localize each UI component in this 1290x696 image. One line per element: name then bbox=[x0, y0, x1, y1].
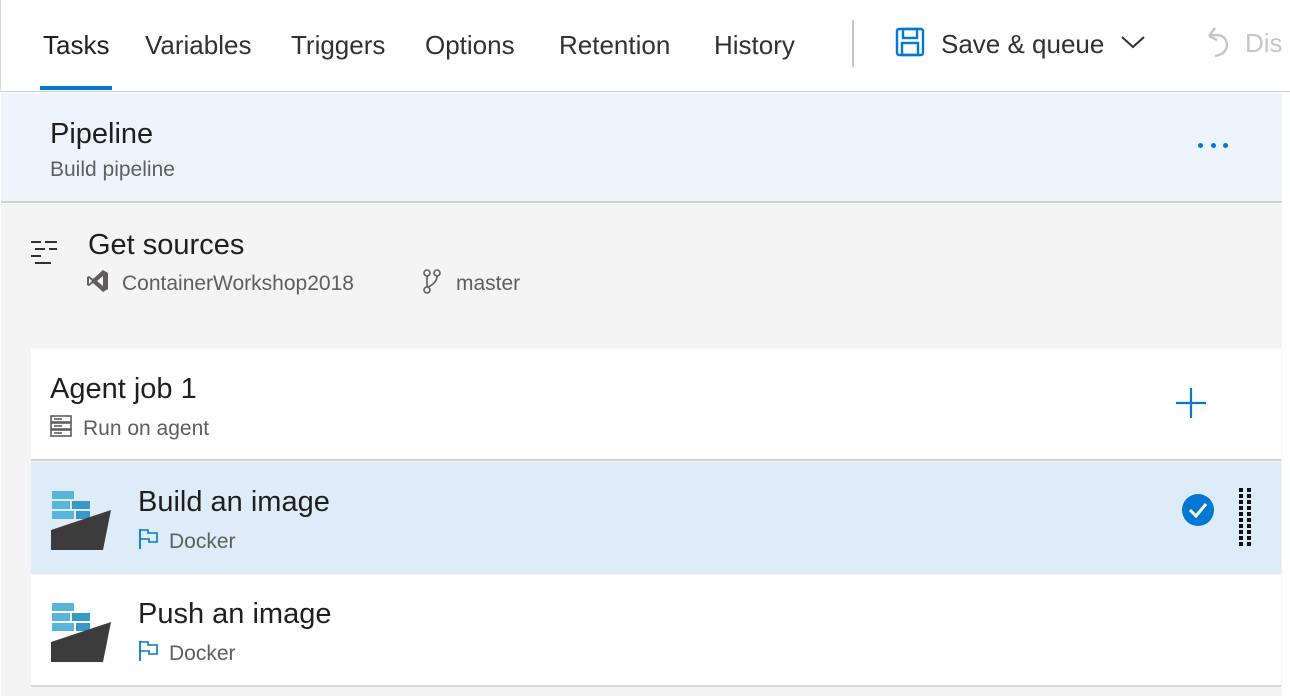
tab-history[interactable]: History bbox=[714, 30, 795, 61]
add-task-button[interactable] bbox=[1174, 386, 1208, 420]
pipeline-header[interactable] bbox=[1, 93, 1282, 203]
undo-icon bbox=[1203, 24, 1233, 63]
branch-info: master bbox=[422, 268, 520, 299]
visual-studio-icon bbox=[86, 268, 110, 299]
toolbar-divider bbox=[852, 20, 854, 67]
agent-job-subtitle-row: Run on agent bbox=[50, 414, 209, 443]
server-icon bbox=[50, 414, 72, 443]
tab-variables[interactable]: Variables bbox=[145, 30, 251, 61]
more-dot bbox=[1223, 142, 1228, 148]
pipeline-title: Pipeline bbox=[50, 118, 154, 150]
agent-job-subtitle: Run on agent bbox=[83, 416, 210, 440]
tab-retention[interactable]: Retention bbox=[559, 30, 670, 61]
docker-icon bbox=[49, 602, 113, 669]
save-and-queue-label: Save & queue bbox=[941, 28, 1105, 59]
active-tab-indicator bbox=[40, 86, 112, 90]
task-type: Docker bbox=[169, 641, 236, 665]
repo-info: ContainerWorkshop2018 bbox=[86, 268, 354, 299]
task-title: Push an image bbox=[138, 598, 332, 630]
docker-icon bbox=[49, 490, 113, 557]
task-type-row: Docker bbox=[138, 527, 236, 556]
get-sources-icon bbox=[29, 238, 59, 273]
more-dot bbox=[1210, 142, 1216, 148]
plus-icon bbox=[1176, 388, 1206, 418]
task-push-an-image[interactable] bbox=[31, 575, 1281, 687]
checkmark-icon bbox=[1182, 494, 1214, 526]
agent-job-title: Agent job 1 bbox=[50, 373, 197, 405]
task-title: Build an image bbox=[138, 486, 330, 518]
tab-tasks[interactable]: Tasks bbox=[43, 30, 109, 61]
task-type: Docker bbox=[169, 529, 236, 553]
save-and-queue-button[interactable]: Save & queue bbox=[895, 24, 1146, 64]
save-icon bbox=[895, 27, 925, 62]
task-type-row: Docker bbox=[138, 639, 236, 668]
chevron-down-icon[interactable] bbox=[1120, 34, 1146, 55]
agent-job-card[interactable] bbox=[31, 349, 1281, 461]
branch-icon bbox=[422, 268, 442, 299]
branch-name: master bbox=[456, 271, 521, 295]
more-options-button[interactable] bbox=[1198, 140, 1228, 150]
get-sources-title[interactable]: Get sources bbox=[88, 229, 244, 262]
more-dot bbox=[1198, 142, 1203, 148]
repo-name: ContainerWorkshop2018 bbox=[122, 271, 354, 295]
discard-label: Dis bbox=[1245, 28, 1283, 58]
flag-icon bbox=[138, 527, 160, 556]
tab-options[interactable]: Options bbox=[425, 30, 515, 61]
flag-icon bbox=[138, 639, 160, 668]
discard-button[interactable]: Dis bbox=[1203, 24, 1283, 63]
drag-handle-icon[interactable] bbox=[1238, 488, 1252, 546]
tab-triggers[interactable]: Triggers bbox=[291, 30, 385, 61]
pipeline-subtitle: Build pipeline bbox=[50, 158, 175, 181]
